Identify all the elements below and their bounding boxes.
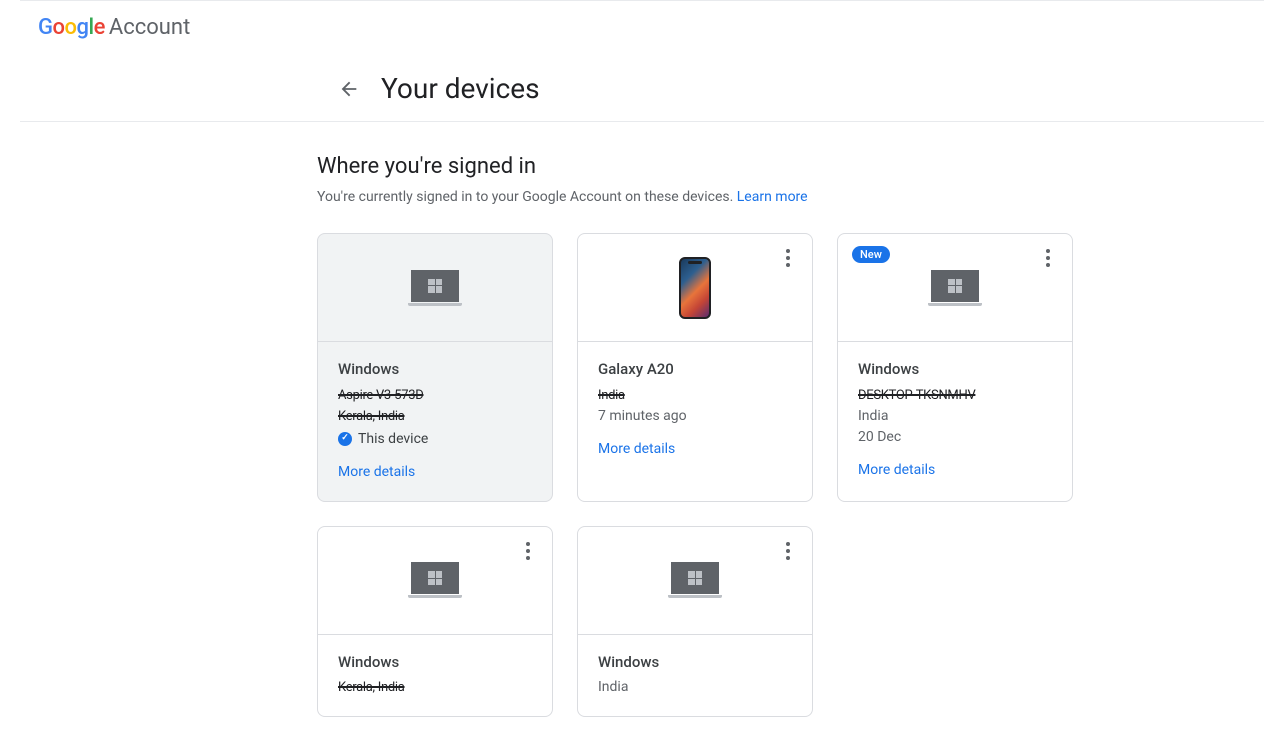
check-badge-icon: ✓: [338, 432, 352, 446]
device-detail-redacted: Aspire V3-573D: [338, 386, 423, 406]
back-arrow-icon[interactable]: [337, 77, 361, 101]
title-bar: Your devices: [20, 54, 1264, 122]
more-details-link[interactable]: More details: [598, 439, 792, 460]
device-name: Windows: [338, 358, 532, 381]
this-device-indicator: ✓ This device: [338, 429, 532, 450]
logo-letter: G: [38, 15, 53, 40]
device-name: Windows: [858, 358, 1052, 381]
device-image-area: New: [838, 234, 1072, 342]
account-label: Account: [109, 15, 190, 40]
windows-laptop-icon: [928, 270, 982, 306]
more-details-link[interactable]: More details: [858, 460, 1052, 481]
device-grid: WindowsAspire V3-573DKerala, India✓This …: [317, 233, 1090, 717]
device-detail-redacted: Kerala, India: [338, 678, 405, 698]
more-options-icon[interactable]: [776, 246, 800, 270]
device-card-body: Windows DESKTOP-TKSNMHVIndia20 Dec More de…: [838, 342, 1072, 499]
device-card[interactable]: Galaxy A20 India7 minutes ago More details: [577, 233, 813, 502]
device-detail: 20 Dec: [858, 427, 1052, 448]
device-detail-redacted: Kerala, India: [338, 407, 405, 427]
more-options-icon[interactable]: [776, 539, 800, 563]
phone-icon: [679, 257, 711, 319]
device-image-area: [578, 527, 812, 635]
device-card-body: Galaxy A20 India7 minutes ago More details: [578, 342, 812, 478]
logo-letter: e: [94, 15, 105, 40]
logo-letter: g: [76, 15, 88, 40]
section-title: Where you're signed in: [317, 154, 1090, 179]
device-detail: India: [858, 406, 1052, 427]
device-detail-redacted: India: [598, 386, 625, 406]
device-detail-redacted: DESKTOP-TKSNMHV: [858, 386, 975, 406]
google-account-logo: Google Account: [38, 15, 190, 40]
device-card-body: Windows India: [578, 635, 812, 717]
more-options-icon[interactable]: [516, 539, 540, 563]
device-detail: India: [598, 677, 792, 698]
section-subtitle: You're currently signed in to your Googl…: [317, 189, 1090, 205]
device-image-area: [578, 234, 812, 342]
device-card-body: Windows Aspire V3-573DKerala, India ✓ This …: [318, 342, 552, 501]
windows-laptop-icon: [408, 270, 462, 306]
device-detail: 7 minutes ago: [598, 406, 792, 427]
device-card[interactable]: Windows India: [577, 526, 813, 718]
device-image-area: [318, 527, 552, 635]
learn-more-link[interactable]: Learn more: [737, 189, 808, 205]
logo-letter: o: [64, 15, 76, 40]
device-card[interactable]: Windows Kerala, India: [317, 526, 553, 718]
this-device-label: This device: [358, 429, 428, 450]
logo-letter: o: [53, 15, 65, 40]
windows-laptop-icon: [408, 562, 462, 598]
new-badge: New: [852, 246, 890, 263]
device-card-body: Windows Kerala, India: [318, 635, 552, 717]
device-image-area: [318, 234, 552, 342]
windows-laptop-icon: [668, 562, 722, 598]
app-header: Google Account: [0, 1, 1284, 54]
device-card[interactable]: Windows Aspire V3-573DKerala, India ✓ This …: [317, 233, 553, 502]
device-card[interactable]: New Windows DESKTOP-TKSNMHVIndia20 Dec More…: [837, 233, 1073, 502]
device-name: Galaxy A20: [598, 358, 792, 381]
more-options-icon[interactable]: [1036, 246, 1060, 270]
device-name: Windows: [598, 651, 792, 674]
device-name: Windows: [338, 651, 532, 674]
main-content: Where you're signed in You're currently …: [0, 122, 1090, 717]
section-subtitle-text: You're currently signed in to your Googl…: [317, 189, 737, 205]
more-details-link[interactable]: More details: [338, 462, 532, 483]
page-title: Your devices: [381, 72, 540, 105]
